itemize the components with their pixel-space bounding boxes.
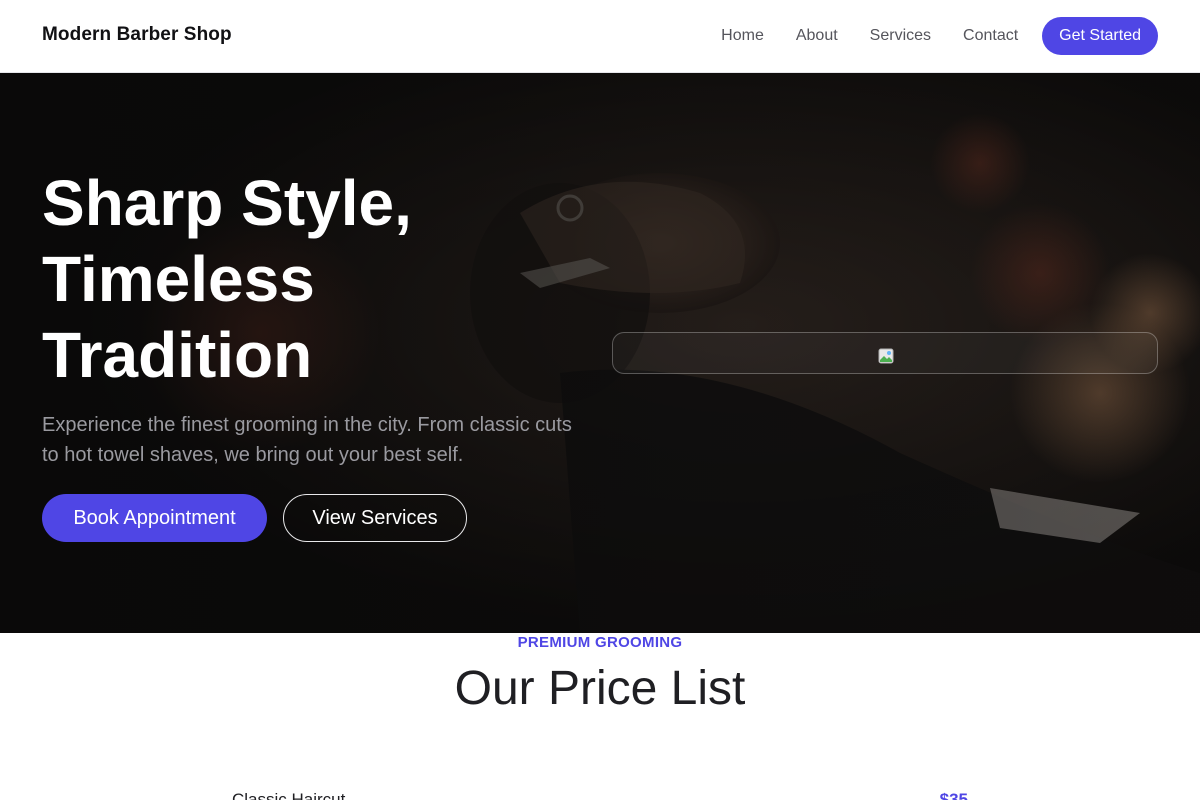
- book-appointment-button[interactable]: Book Appointment: [42, 494, 267, 542]
- price-list-item: Classic Haircut $35: [232, 790, 968, 800]
- price-item-name: Classic Haircut: [232, 790, 346, 800]
- site-header: Modern Barber Shop Home About Services C…: [0, 0, 1200, 73]
- view-services-button[interactable]: View Services: [283, 494, 467, 542]
- hero-heading-line-1: Sharp Style,: [42, 167, 412, 239]
- hero-subtitle: Experience the finest grooming in the ci…: [42, 414, 572, 466]
- hero-heading-line-2: Timeless: [42, 243, 315, 315]
- hero-heading: Sharp Style, Timeless Tradition: [42, 165, 602, 393]
- pricing-eyebrow: PREMIUM GROOMING: [517, 634, 683, 651]
- price-item-price: $35: [939, 790, 968, 800]
- nav-about-link[interactable]: About: [796, 27, 838, 45]
- nav-services-link[interactable]: Services: [870, 27, 931, 45]
- hero-heading-line-3: Tradition: [42, 319, 313, 391]
- brand-logo[interactable]: Modern Barber Shop: [42, 24, 232, 46]
- pricing-title: Our Price List: [454, 662, 746, 715]
- hero-image-frame: [612, 332, 1158, 374]
- hero-section: Sharp Style, Timeless Tradition Experien…: [0, 73, 1200, 633]
- broken-image-icon: [878, 348, 894, 364]
- nav-home-link[interactable]: Home: [721, 27, 764, 45]
- nav-contact-link[interactable]: Contact: [963, 27, 1018, 45]
- main-nav: Home About Services Contact Get Started: [721, 17, 1158, 55]
- get-started-button[interactable]: Get Started: [1042, 17, 1158, 55]
